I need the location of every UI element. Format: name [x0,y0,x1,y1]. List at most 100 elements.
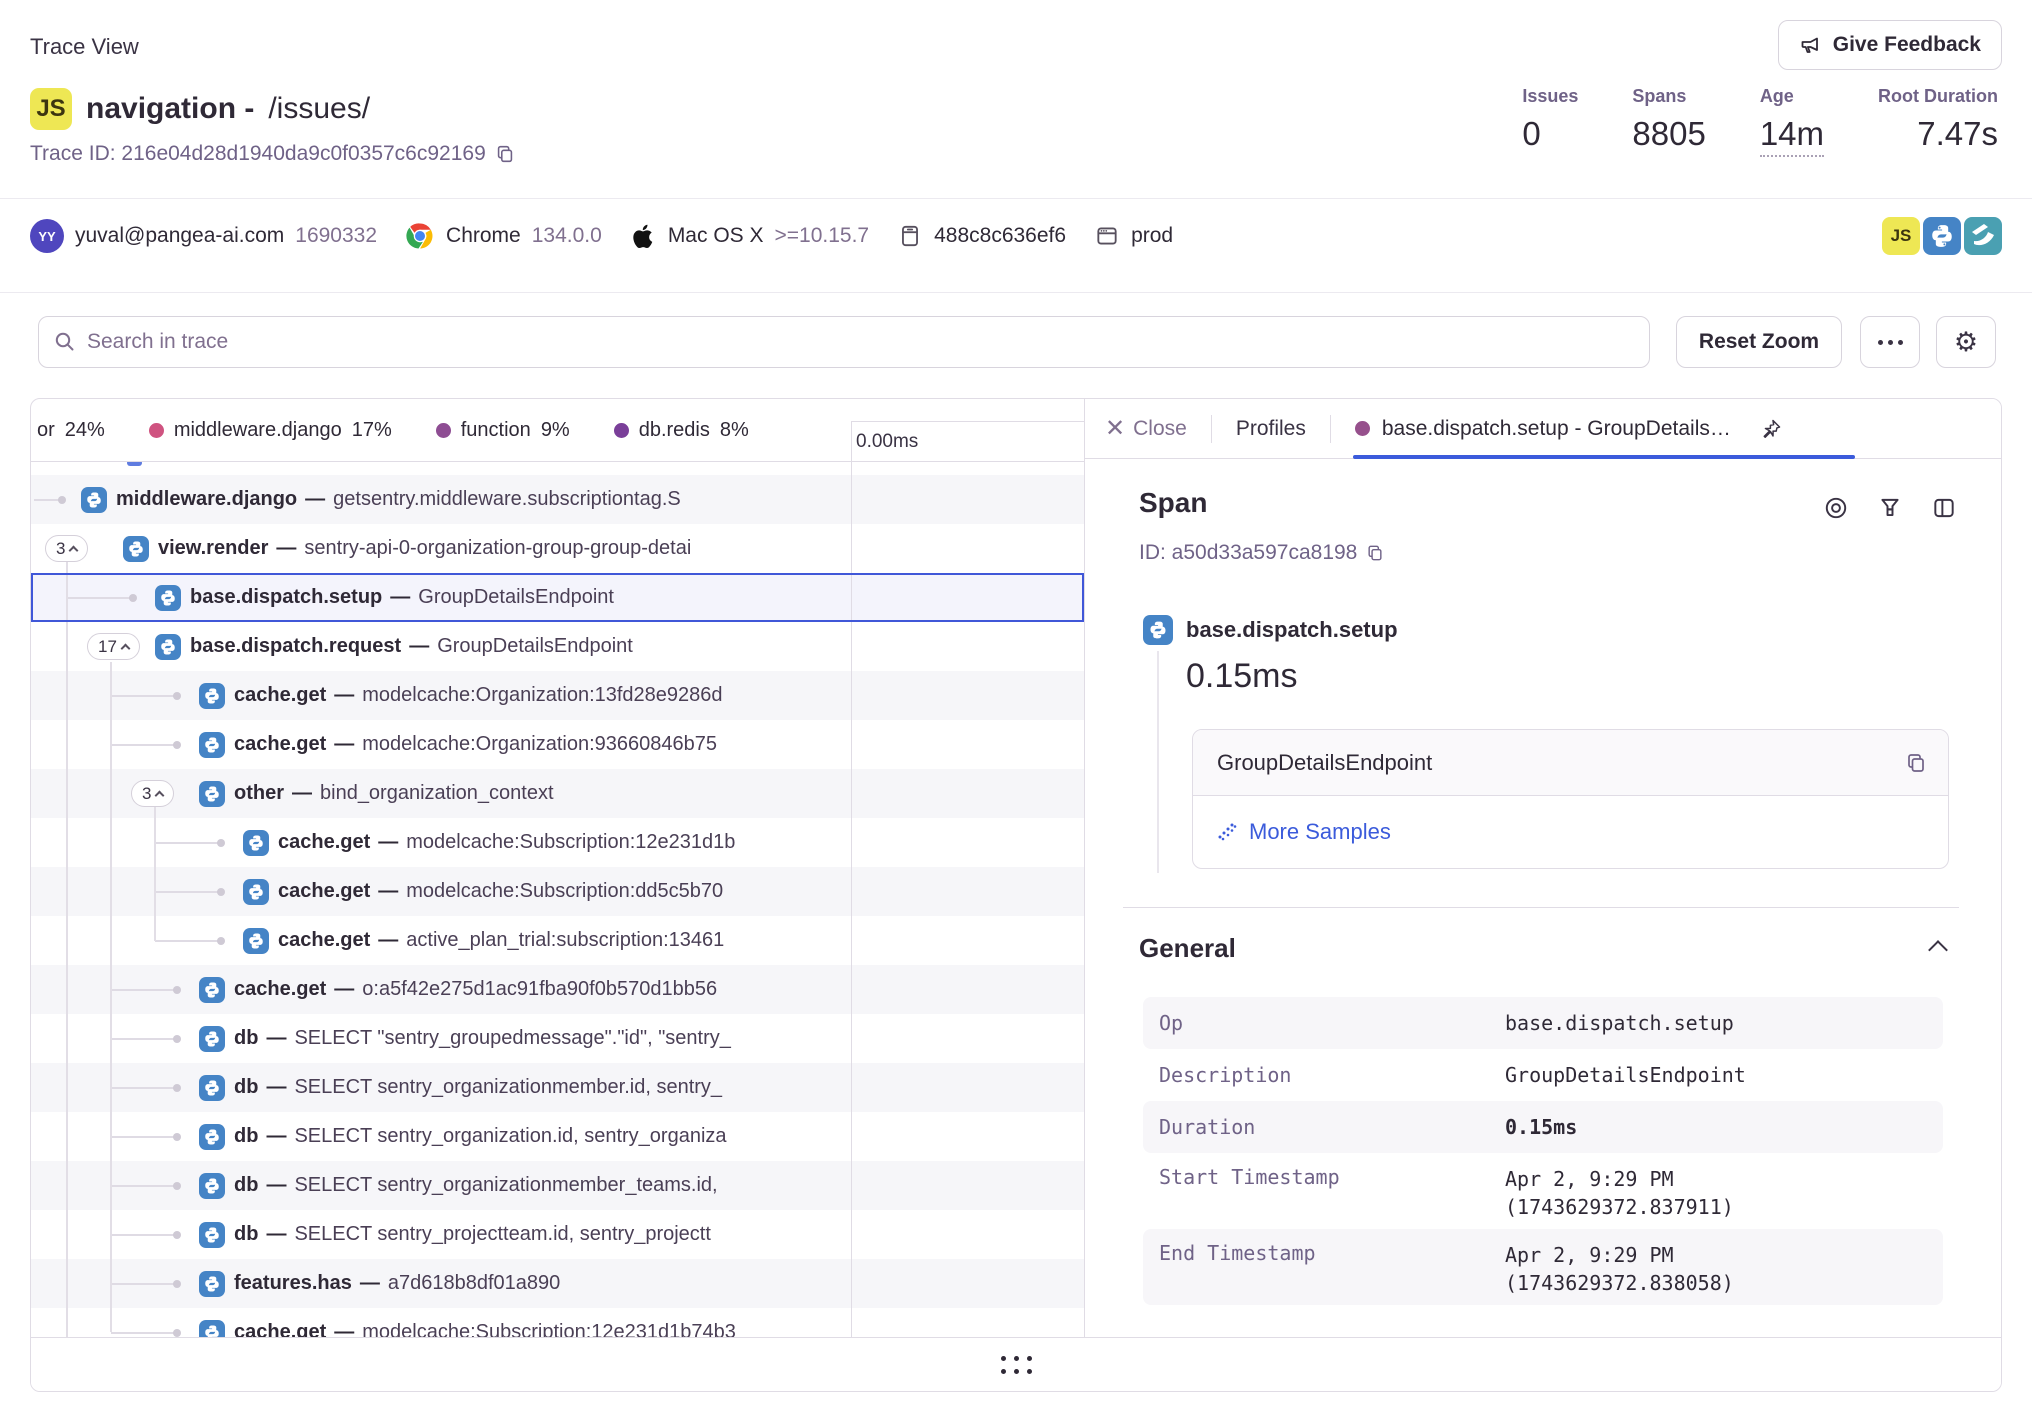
os-name: Mac OS X [668,224,764,248]
apple-icon [630,223,657,250]
table-row: Description GroupDetailsEndpoint [1143,1049,1943,1101]
python-icon [199,683,225,709]
stat-spans: Spans 8805 [1632,86,1705,157]
page-title: JS navigation - /issues/ [30,88,370,130]
close-icon: ✕ [1105,417,1125,441]
legend-item: db.redis 8% [614,419,749,442]
span-row[interactable]: db—SELECT sentry_projectteam.id, sentry_… [31,1210,1084,1259]
legend-item: function 9% [436,419,570,442]
chevron-up-icon[interactable] [1928,940,1948,960]
reset-zoom-button[interactable]: Reset Zoom [1676,316,1842,368]
table-row: Duration 0.15ms [1143,1101,1943,1153]
breadcrumb: Trace View [30,34,139,60]
span-detail-panel: ✕ Close Profiles base.dispatch.setup - G… [1085,399,2002,1339]
python-icon [199,977,225,1003]
trace-view-panel: or 24% middleware.django 17% function 9%… [30,398,2002,1392]
span-row[interactable]: cache.get—modelcache:Organization:936608… [31,720,1084,769]
python-icon [199,1075,225,1101]
search-input[interactable] [87,330,1635,354]
copy-icon[interactable] [494,143,516,165]
span-row[interactable]: middleware.django—getsentry.middleware.s… [31,475,1084,524]
os-chip: Mac OS X >=10.15.7 [630,223,869,250]
span-row-selected[interactable]: base.dispatch.setup—GroupDetailsEndpoint [31,573,1084,622]
python-icon [81,487,107,513]
divider [0,198,2032,199]
divider [1330,415,1331,443]
javascript-platform-badge: JS [30,88,72,130]
avatar: YY [30,219,64,253]
collapse-badge[interactable]: 3 [45,535,88,562]
general-table: Op base.dispatch.setup Description Group… [1143,997,1943,1305]
legend-dot [436,423,451,438]
user-chip[interactable]: YY yuval@pangea-ai.com 1690332 [30,219,377,253]
sample-body: More Samples [1193,796,1948,868]
table-row: Start Timestamp Apr 2, 9:29 PM(174362937… [1143,1153,1943,1229]
span-row[interactable]: 3 view.render—sentry-api-0-organization-… [31,524,1084,573]
python-icon [199,1173,225,1199]
span-row[interactable]: 17 base.dispatch.request—GroupDetailsEnd… [31,622,1084,671]
transaction-path: /issues/ [268,92,370,126]
chevron-up-icon [69,545,79,555]
legend-dot [614,423,629,438]
span-row[interactable]: db—SELECT sentry_organization.id, sentry… [31,1112,1084,1161]
copy-icon[interactable] [1365,543,1385,563]
span-row[interactable]: cache.get—modelcache:Subscription:12e231… [31,818,1084,867]
chevron-up-icon [120,643,130,653]
drag-handle[interactable] [1001,1356,1032,1374]
stat-root-duration: Root Duration 7.47s [1878,86,1998,157]
transaction-name: navigation - [86,92,254,126]
browser-chip: Chrome 134.0.0 [405,221,602,251]
stat-issues: Issues 0 [1522,86,1578,157]
give-feedback-button[interactable]: Give Feedback [1778,20,2002,70]
divider [1123,907,1959,908]
span-row[interactable]: cache.get—modelcache:Subscription:dd5c5b… [31,867,1084,916]
span-row[interactable]: features.has—a7d618b8df01a890 [31,1259,1084,1308]
more-samples-link[interactable]: More Samples [1217,819,1391,845]
divider [1211,415,1212,443]
tree-rail [66,562,68,1339]
divider [851,421,852,1339]
python-icon [123,536,149,562]
span-row[interactable]: db—SELECT sentry_organizationmember_team… [31,1161,1084,1210]
device-id: 488c8c636ef6 [934,224,1066,248]
search-bar[interactable] [38,316,1650,368]
span-row[interactable]: db—SELECT sentry_organizationmember.id, … [31,1063,1084,1112]
javascript-icon: JS [1882,217,1920,255]
span-row[interactable]: cache.get—active_plan_trial:subscription… [31,916,1084,965]
span-row[interactable]: cache.get—o:a5f42e275d1ac91fba90f0b570d1… [31,965,1084,1014]
os-version: >=10.15.7 [775,224,870,248]
environment-chip: prod [1094,223,1173,249]
focus-target-icon[interactable] [1823,495,1849,521]
span-tree[interactable]: middleware.django—getsentry.middleware.s… [31,462,1084,1339]
python-icon [199,781,225,807]
project-platform-icons: JS [1882,217,2002,255]
python-icon [155,634,181,660]
copy-icon[interactable] [1904,751,1928,775]
more-options-button[interactable] [1860,316,1920,368]
span-row[interactable]: db—SELECT "sentry_groupedmessage"."id", … [31,1014,1084,1063]
split-panel-icon[interactable] [1931,495,1957,521]
span-op-row: base.dispatch.setup [1143,615,1398,645]
partial-row [31,462,1084,475]
chevron-up-icon [155,790,165,800]
python-icon [199,1271,225,1297]
zoom-to-span-icon[interactable] [1877,495,1903,521]
span-row[interactable]: 3 other—bind_organization_context [31,769,1084,818]
tab-profiles[interactable]: Profiles [1236,417,1306,441]
close-tab-button[interactable]: ✕ Close [1105,417,1187,441]
python-icon [243,830,269,856]
span-op-dot [1355,421,1370,436]
chrome-icon [405,221,435,251]
timeline-tick-label: 0.00ms [851,421,1084,461]
other-platform-icon [1964,217,2002,255]
span-row[interactable]: cache.get—modelcache:Subscription:12e231… [31,1308,1084,1339]
pin-icon[interactable] [1759,417,1783,441]
collapse-badge[interactable]: 3 [131,780,174,807]
collapse-badge[interactable]: 17 [87,633,140,660]
python-icon [243,879,269,905]
settings-gear-button[interactable]: ⚙ [1936,316,1996,368]
tab-span-active[interactable]: base.dispatch.setup - GroupDetails… [1355,417,1783,441]
span-bar-sliver [127,462,142,466]
window-icon [1094,223,1120,249]
span-row[interactable]: cache.get—modelcache:Organization:13fd28… [31,671,1084,720]
